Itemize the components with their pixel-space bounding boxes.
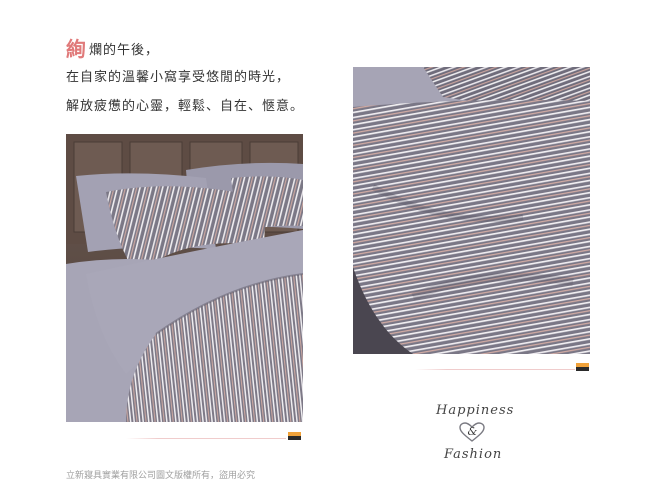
divider-rule-right — [415, 369, 575, 370]
accent-mark-left — [288, 432, 301, 440]
heart-icon: & — [459, 422, 485, 442]
intro-first-char: 絢 — [66, 37, 87, 61]
intro-line-3: 解放疲憊的心靈，輕鬆、自在、愜意。 — [66, 99, 305, 114]
intro-line-2: 在自家的溫馨小窩享受悠閒的時光， — [66, 70, 291, 85]
accent-mark-right — [576, 363, 589, 371]
tagline-fashion: Fashion — [444, 447, 503, 462]
intro-heading: 絢爛的午後， — [66, 33, 159, 62]
bedding-photo-left — [66, 134, 303, 422]
intro-line1-rest: 爛的午後， — [89, 43, 160, 58]
bedding-photo-right — [353, 67, 590, 354]
copyright-notice: 立新寢具實業有限公司圖文版權所有，盜用必究 — [66, 471, 256, 481]
tagline-happiness: Happiness — [436, 403, 515, 418]
divider-rule-left — [126, 438, 286, 439]
tagline-ampersand: & — [468, 425, 478, 438]
